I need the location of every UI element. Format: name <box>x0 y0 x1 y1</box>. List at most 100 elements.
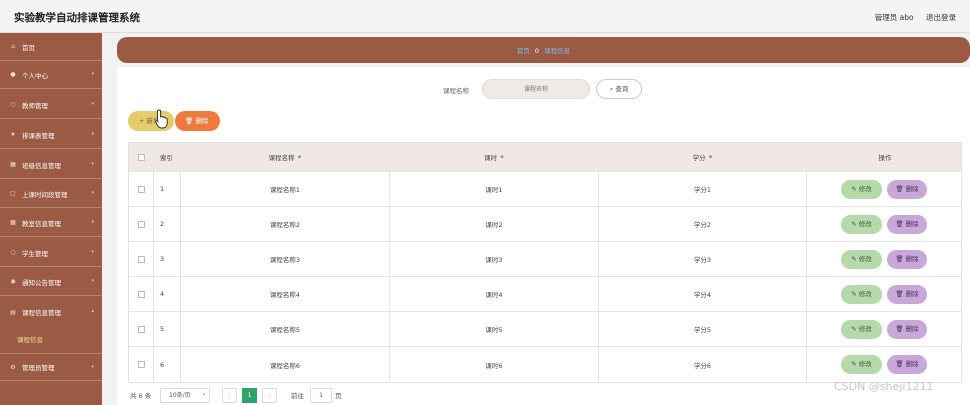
row-checkbox[interactable] <box>137 220 145 228</box>
sidebar-item-label: 个人中心 <box>22 71 48 80</box>
sidebar-item-classrooms[interactable]: ▦ 教室信息管理 ▾ <box>0 209 102 237</box>
bulk-delete-label: 删除 <box>195 117 209 125</box>
header-credit-cell[interactable]: 学分 ◆ <box>599 143 807 171</box>
row-actions: ✎ 修改 🗑 删除 <box>807 312 963 346</box>
select-all-checkbox[interactable] <box>137 153 145 161</box>
sidebar-item-courses[interactable]: ▤ 课程信息管理 ▴ <box>0 298 102 326</box>
sidebar-item-label: 上课时间段管理 <box>22 190 68 199</box>
grid-icon: ▦ <box>10 219 16 226</box>
edit-button[interactable]: ✎ 修改 <box>841 285 882 304</box>
watermark: CSDN @sheji1211 <box>834 380 934 393</box>
pencil-icon: ✎ <box>851 255 857 263</box>
sidebar-item-teachers[interactable]: ○ 教师管理 ▾ <box>0 91 102 119</box>
row-delete-button[interactable]: 🗑 删除 <box>887 320 927 339</box>
sidebar-item-notices[interactable]: ◉ 通知公告管理 ▾ <box>0 268 102 296</box>
row-delete-button[interactable]: 🗑 删除 <box>887 285 927 304</box>
next-page-button[interactable]: › <box>262 388 277 403</box>
row-index: 3 <box>154 242 181 276</box>
row-delete-button[interactable]: 🗑 删除 <box>887 215 927 234</box>
chevron-down-icon: ▾ <box>202 392 205 398</box>
table-row: 3 课程名称3 课时3 学分3 ✎ 修改 🗑 删除 <box>129 242 961 277</box>
hand-cursor-icon <box>155 109 168 129</box>
row-credit: 学分1 <box>599 172 807 206</box>
header-name-cell[interactable]: 课程名称 ◆ <box>181 143 390 171</box>
logout-link[interactable]: 退出登录 <box>926 13 956 22</box>
sidebar-item-profile[interactable]: ● 个人中心 ▾ <box>0 61 102 89</box>
prev-page-button[interactable]: ‹ <box>222 388 237 403</box>
sidebar-item-classes[interactable]: ▦ 班级信息管理 ▾ <box>0 151 102 179</box>
row-delete-button[interactable]: 🗑 删除 <box>887 250 927 269</box>
header-name: 课程名称 <box>268 154 295 162</box>
row-checkbox[interactable] <box>137 361 145 368</box>
sidebar-item-students[interactable]: ○ 学生管理 ▾ <box>0 239 102 267</box>
pencil-icon: ✎ <box>851 185 857 193</box>
row-credit: 学分4 <box>599 277 807 311</box>
row-course-name: 课程名称5 <box>181 312 390 346</box>
header-credit: 学分 <box>692 154 706 162</box>
edit-label: 修改 <box>858 185 872 193</box>
search-input[interactable] <box>482 79 590 99</box>
plus-icon: + <box>139 117 145 125</box>
pencil-icon: ✎ <box>851 290 857 298</box>
row-checkbox[interactable] <box>137 255 145 263</box>
sort-icon: ◆ <box>297 154 302 160</box>
row-delete-button[interactable]: 🗑 删除 <box>887 355 927 374</box>
row-course-name: 课程名称2 <box>181 207 390 241</box>
row-checkbox[interactable] <box>137 290 145 298</box>
breadcrumb-home[interactable]: 首页 <box>517 47 530 55</box>
edit-label: 修改 <box>858 220 872 228</box>
row-actions: ✎ 修改 🗑 删除 <box>807 242 963 276</box>
row-checkbox-cell <box>129 172 154 206</box>
goto-page-input[interactable] <box>310 388 332 403</box>
edit-button[interactable]: ✎ 修改 <box>841 215 882 234</box>
row-index: 6 <box>154 347 181 382</box>
table-row: 2 课程名称2 课时2 学分2 ✎ 修改 🗑 删除 <box>129 207 961 242</box>
edit-button[interactable]: ✎ 修改 <box>841 320 882 339</box>
edit-label: 修改 <box>858 255 872 263</box>
delete-label: 删除 <box>905 360 919 368</box>
row-index: 4 <box>154 277 181 311</box>
breadcrumb: 首页 0 课程信息 <box>117 45 970 55</box>
edit-label: 修改 <box>858 325 872 333</box>
top-bar: 实验教学自动排课管理系统 管理员 abo 退出登录 <box>0 0 970 33</box>
sidebar-item-admins[interactable]: ⚙ 管理员管理 ▾ <box>0 353 102 381</box>
sidebar-item-label: 学生管理 <box>22 249 48 258</box>
trash-icon: 🗑 <box>895 255 904 263</box>
sidebar-item-label: 首页 <box>22 43 35 52</box>
chevron-down-icon: ▾ <box>91 364 94 370</box>
document-icon: ▢ <box>10 190 16 197</box>
pencil-icon: ✎ <box>851 220 857 228</box>
header-hours-cell[interactable]: 课时 ◆ <box>390 143 599 171</box>
table-row: 5 课程名称5 课时5 学分5 ✎ 修改 🗑 删除 <box>129 312 961 347</box>
delete-label: 删除 <box>905 220 919 228</box>
row-checkbox[interactable] <box>137 325 145 333</box>
sidebar-item-schedule[interactable]: ★ 排课表管理 ▾ <box>0 121 102 149</box>
sidebar-item-time-slots[interactable]: ▢ 上课时间段管理 ▾ <box>0 180 102 208</box>
teacher-icon: ○ <box>10 101 16 108</box>
delete-label: 删除 <box>905 290 919 298</box>
chevron-left-icon: ‹ <box>228 392 231 399</box>
row-actions: ✎ 修改 🗑 删除 <box>807 172 963 206</box>
edit-button[interactable]: ✎ 修改 <box>841 180 882 199</box>
chevron-down-icon: ▾ <box>91 219 94 225</box>
edit-button[interactable]: ✎ 修改 <box>841 250 882 269</box>
sort-icon: ◆ <box>708 154 713 160</box>
table-row: 4 课程名称4 课时4 学分4 ✎ 修改 🗑 删除 <box>129 277 961 312</box>
row-hours: 课时3 <box>390 242 599 276</box>
home-icon: ⌂ <box>11 43 15 50</box>
sort-icon: ◆ <box>500 154 504 160</box>
chevron-right-icon: › <box>268 392 271 399</box>
search-label: 课程名称 <box>443 87 469 95</box>
row-hours: 课时4 <box>390 277 599 311</box>
edit-button[interactable]: ✎ 修改 <box>841 355 882 374</box>
row-delete-button[interactable]: 🗑 删除 <box>887 180 927 199</box>
sidebar-subitem-course-info[interactable]: 课程信息 <box>17 334 43 344</box>
row-credit: 学分6 <box>599 347 807 382</box>
sidebar-item-home[interactable]: ⌂ 首页 <box>0 33 102 61</box>
search-button[interactable]: ⌕ 查询 <box>596 79 642 99</box>
page-size-select[interactable]: 10条/页 ▾ <box>160 388 210 403</box>
bulk-delete-button[interactable]: 🗑 删除 <box>175 111 220 131</box>
row-credit: 学分5 <box>599 312 807 346</box>
page-number-button[interactable]: 1 <box>242 388 257 403</box>
row-checkbox[interactable] <box>137 185 145 193</box>
